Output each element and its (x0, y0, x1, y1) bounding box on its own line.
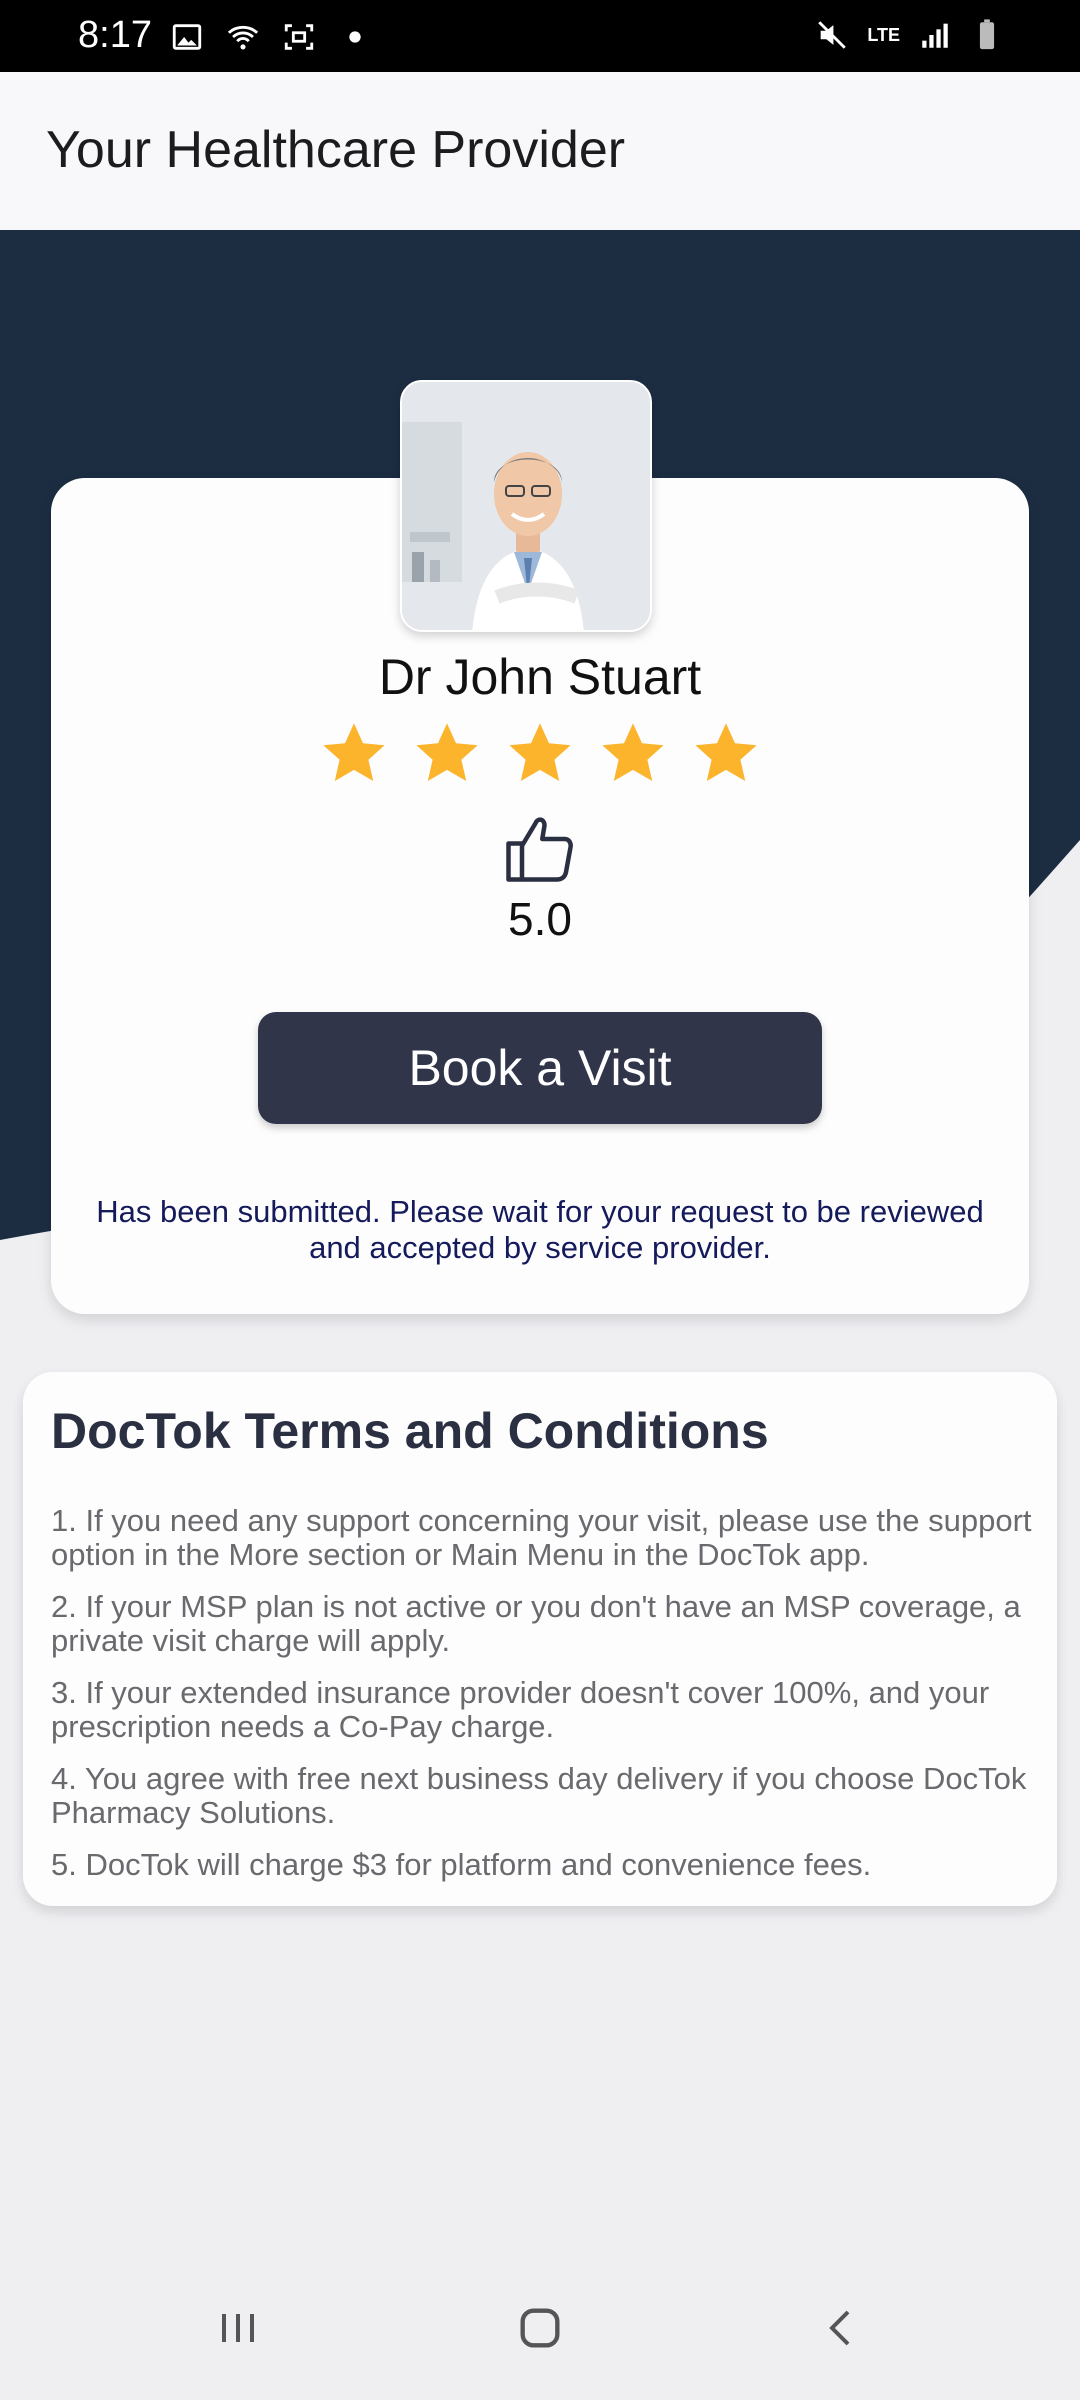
terms-list: 1. If you need any support concerning yo… (51, 1504, 1041, 1900)
terms-item: 2. If your MSP plan is not active or you… (51, 1589, 1021, 1658)
thumbs-up-icon (506, 817, 573, 882)
terms-item: 3. If your extended insurance provider d… (51, 1675, 990, 1744)
signal-icon (922, 23, 948, 48)
star-icon (602, 723, 664, 781)
status-time: 8:17 (78, 14, 152, 56)
doctor-photo (400, 380, 652, 632)
terms-card: DocTok Terms and Conditions 1. If you ne… (23, 1372, 1057, 1906)
star-icon (509, 723, 571, 781)
terms-item: 5. DocTok will charge $3 for platform an… (51, 1847, 872, 1882)
app-header: Your Healthcare Provider (0, 72, 1080, 230)
screenshot-icon (284, 24, 314, 50)
star-icon (323, 723, 385, 781)
mute-icon (818, 21, 847, 49)
home-icon (520, 2308, 560, 2348)
doctor-name: Dr John Stuart (378, 649, 702, 705)
wifi-icon (227, 25, 259, 50)
page-title: Your Healthcare Provider (46, 121, 626, 179)
terms-title: DocTok Terms and Conditions (51, 1403, 769, 1459)
recent-apps-icon (222, 2314, 254, 2342)
book-visit-button[interactable]: Book a Visit (258, 1012, 822, 1124)
star-icon (416, 723, 478, 781)
system-nav-bar (0, 2256, 1080, 2400)
back-icon (829, 2310, 850, 2346)
gallery-icon (172, 24, 202, 50)
star-icon (695, 723, 757, 781)
rating-stars (318, 718, 762, 792)
status-bar: 8:17 LTE (0, 0, 1080, 72)
submission-message: Has been submitted. Please wait for your… (96, 1194, 984, 1265)
back-button[interactable] (802, 2292, 882, 2364)
network-type: LTE (867, 24, 900, 45)
recent-apps-button[interactable] (198, 2292, 278, 2364)
terms-item: 1. If you need any support concerning yo… (51, 1503, 1032, 1572)
home-button[interactable] (500, 2292, 580, 2364)
battery-icon (979, 19, 995, 50)
terms-item: 4. You agree with free next business day… (51, 1761, 1027, 1830)
notification-dot-icon (349, 31, 361, 43)
rating-value: 5.0 (508, 893, 572, 945)
